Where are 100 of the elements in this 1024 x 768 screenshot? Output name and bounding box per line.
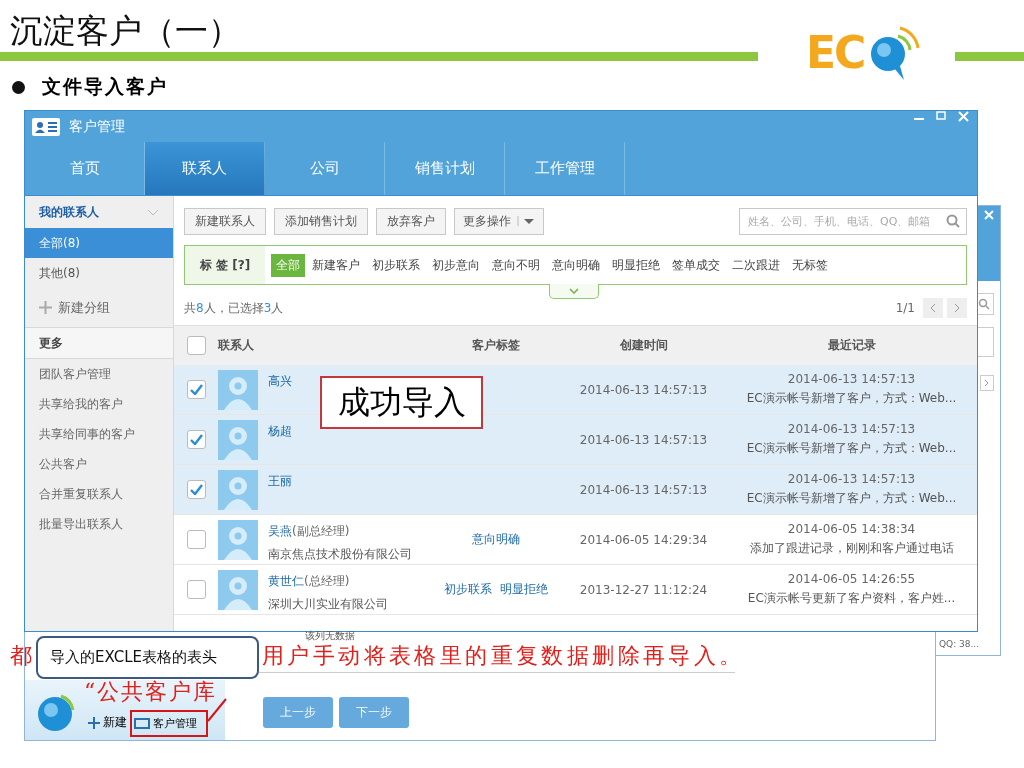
tag-filter[interactable]: 初步联系: [367, 253, 425, 277]
customer-tag[interactable]: 初步联系: [444, 581, 492, 598]
slide-title: 沉淀客户（一）: [10, 10, 241, 52]
selection-summary: 共8人，已选择3人: [184, 299, 284, 317]
section-title: 更多: [25, 328, 173, 359]
avatar-icon: [218, 469, 258, 510]
chevron-down-icon[interactable]: [147, 208, 159, 216]
sidebar-item[interactable]: 共享给同事的客户: [25, 419, 173, 449]
created-time: 2014-06-05 14:29:34: [579, 532, 708, 547]
tag-filter[interactable]: 初步意向: [427, 253, 485, 277]
page-indicator: 1/1: [895, 301, 915, 315]
contact-name[interactable]: 王丽: [268, 473, 292, 490]
recent-record: EC演示帐号新增了客户，方式：Web...: [746, 390, 957, 407]
checkbox[interactable]: [186, 336, 206, 355]
search-icon: [946, 214, 960, 228]
new-group-link[interactable]: 新建分组: [58, 298, 110, 317]
tag-filter[interactable]: 意向不明: [487, 253, 545, 277]
toolbar-button[interactable]: 放弃客户: [376, 207, 446, 235]
public-pool-note: “公共客户库: [84, 678, 218, 706]
callout: 导入的EXCLE表格的表头: [36, 636, 259, 679]
search-icon: [978, 298, 990, 310]
accent-bar: [955, 52, 1024, 61]
recent-time: 2014-06-13 14:57:13: [787, 422, 916, 436]
qq-text: QQ: 38...: [938, 639, 981, 651]
tag-filter[interactable]: 二次跟进: [727, 253, 785, 277]
recent-record: EC演示帐号新增了客户，方式：Web...: [746, 490, 957, 507]
success-note: 成功导入: [320, 376, 483, 429]
expand-tab[interactable]: [549, 284, 599, 299]
created-time: 2014-06-13 14:57:13: [579, 432, 708, 447]
contact-name[interactable]: 高兴: [268, 373, 292, 390]
bullet-icon: [12, 81, 25, 94]
checkbox[interactable]: [186, 430, 206, 449]
column-header: 客户标签: [472, 337, 520, 354]
chevron-right-icon: [954, 303, 960, 313]
contact-title: (副总经理): [292, 523, 350, 540]
bullet-text: 文件导入客户: [42, 74, 168, 99]
window-title: 客户管理: [69, 117, 125, 136]
checkbox[interactable]: [186, 380, 206, 399]
customer-manage-button[interactable]: 客户管理: [130, 710, 208, 737]
caret-icon: [517, 216, 535, 226]
sidebar-item[interactable]: 共享给我的客户: [25, 389, 173, 419]
sidebar-item[interactable]: 其他(8): [25, 258, 173, 288]
close-icon[interactable]: [958, 111, 969, 122]
tag-label: 标 签 [?]: [185, 246, 265, 284]
recent-record: 添加了跟进记录，刚刚和客户通过电话: [749, 540, 954, 557]
recent-record: EC演示帐号新增了客户，方式：Web...: [746, 440, 957, 457]
sidebar-item[interactable]: 合并重复联系人: [25, 479, 173, 509]
instruction-text: 用户手动将表格里的重复数据删除再导入。: [262, 643, 745, 669]
instruction-text: 都: [10, 643, 36, 669]
new-link[interactable]: 新建: [103, 714, 127, 731]
tag-filter[interactable]: 无标签: [787, 253, 833, 277]
nav-tab[interactable]: 联系人: [145, 142, 265, 195]
checkbox[interactable]: [186, 580, 206, 599]
sidebar-item[interactable]: 团队客户管理: [25, 359, 173, 389]
monitor-icon: [134, 717, 150, 730]
chevron-down-icon: [569, 288, 579, 294]
toolbar-button[interactable]: 新建联系人: [184, 207, 266, 235]
contact-name[interactable]: 黄世仁: [268, 573, 304, 590]
contact-name[interactable]: 吴燕: [268, 523, 292, 540]
column-header: 联系人: [218, 337, 254, 354]
contact-name[interactable]: 杨超: [268, 423, 292, 440]
chevron-right-icon[interactable]: [984, 379, 990, 387]
maximize-icon[interactable]: [936, 111, 946, 121]
recent-time: 2014-06-13 14:57:13: [787, 472, 916, 486]
recent-record: EC演示帐号更新了客户资料，客户姓...: [747, 590, 956, 607]
search-field[interactable]: 姓名、公司、手机、电话、QQ、邮箱: [739, 207, 967, 235]
company-name: 南京焦点技术股份有限公司: [268, 546, 412, 563]
chevron-left-icon: [930, 303, 936, 313]
recent-time: 2014-06-05 14:38:34: [787, 522, 916, 536]
sidebar-item[interactable]: 公共客户: [25, 449, 173, 479]
plus-icon[interactable]: [88, 716, 100, 729]
tag-filter[interactable]: 意向明确: [547, 253, 605, 277]
sidebar-item[interactable]: 批量导出联系人: [25, 509, 173, 539]
created-time: 2014-06-13 14:57:13: [579, 482, 708, 497]
avatar-icon: [218, 419, 258, 460]
recent-time: 2014-06-05 14:26:55: [787, 572, 916, 586]
plus-icon[interactable]: [39, 301, 52, 314]
customer-tag[interactable]: 意向明确: [472, 531, 520, 548]
sidebar-item[interactable]: 全部(8): [25, 228, 173, 258]
tag-filter[interactable]: 明显拒绝: [607, 253, 665, 277]
logo-text: EC: [806, 27, 865, 79]
customer-tag[interactable]: 明显拒绝: [500, 581, 548, 598]
created-time: 2013-12-27 11:12:24: [579, 582, 708, 597]
toolbar-button[interactable]: 添加销售计划: [274, 207, 368, 235]
contact-card-icon: [31, 116, 61, 137]
checkbox[interactable]: [186, 530, 206, 549]
checkbox[interactable]: [186, 480, 206, 499]
column-note: 该列无数据: [305, 629, 355, 643]
recent-time: 2014-06-13 14:57:13: [787, 372, 916, 386]
column-header: 最近记录: [827, 337, 876, 354]
avatar-icon: [218, 369, 258, 410]
company-name: 深圳大川实业有限公司: [268, 596, 388, 613]
avatar-icon: [218, 569, 258, 610]
more-actions-dropdown[interactable]: 更多操作: [454, 207, 544, 235]
close-icon[interactable]: [984, 210, 994, 220]
tag-filter[interactable]: 签单成交: [667, 253, 725, 277]
tag-filter[interactable]: 新建客户: [307, 253, 365, 277]
created-time: 2014-06-13 14:57:13: [579, 382, 708, 397]
group-title[interactable]: 我的联系人: [39, 203, 99, 221]
column-header: 创建时间: [619, 337, 668, 354]
